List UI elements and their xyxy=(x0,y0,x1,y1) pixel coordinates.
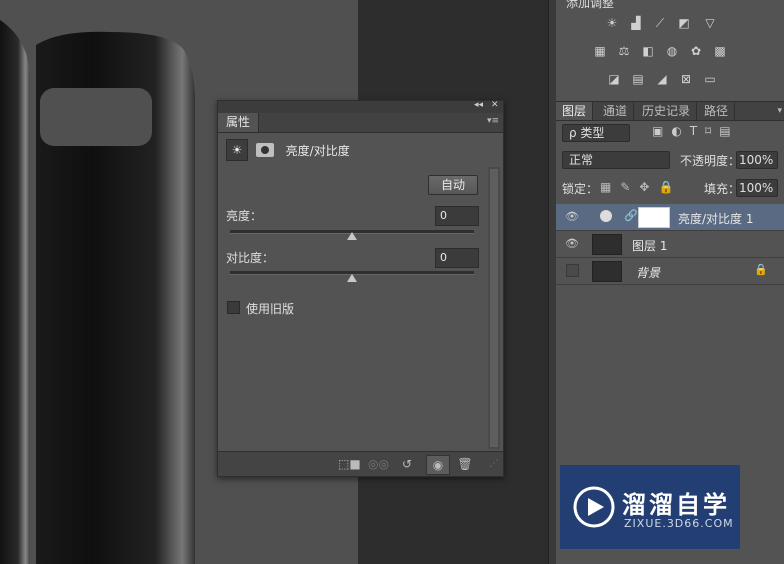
threshold-icon[interactable]: ◢ xyxy=(654,72,670,86)
collapse-icon[interactable]: ◂◂ xyxy=(474,100,483,110)
legacy-checkbox-label[interactable]: 使用旧版 xyxy=(246,300,294,317)
adjustment-header: ☀ 亮度/对比度 xyxy=(226,139,496,163)
layers-tabbar: 图层 通道 历史记录 路径 ▾ xyxy=(556,101,784,121)
channel-mixer-icon[interactable]: ✿ xyxy=(688,44,704,58)
color-balance-icon[interactable]: ⚖ xyxy=(616,44,632,58)
tab-paths[interactable]: 路径 xyxy=(698,102,736,120)
lock-icon: 🔒 xyxy=(754,263,768,276)
brightness-icon: ☀ xyxy=(226,139,248,161)
visibility-box[interactable] xyxy=(566,264,579,277)
layer-row-layer1[interactable]: 👁 图层 1 xyxy=(556,231,784,258)
auto-button[interactable]: 自动 xyxy=(428,175,478,195)
clip-to-layer-icon[interactable]: ⬚■ xyxy=(338,455,361,473)
layer-name[interactable]: 背景 xyxy=(636,264,660,281)
gradient-map-icon[interactable]: ▭ xyxy=(702,72,718,86)
lock-icons: ▦✎✥🔒 xyxy=(600,180,683,194)
layer-name[interactable]: 亮度/对比度 1 xyxy=(678,210,754,227)
mask-icon[interactable] xyxy=(255,143,274,157)
exposure-icon[interactable]: ◩ xyxy=(676,16,692,30)
tab-channels[interactable]: 通道 xyxy=(597,102,635,120)
reset-icon[interactable]: ↺ xyxy=(398,455,416,473)
layer-row-background[interactable]: 背景 🔒 xyxy=(556,258,784,285)
delete-icon[interactable]: 🗑 xyxy=(456,455,474,473)
layer-thumbnail[interactable] xyxy=(592,234,622,255)
levels-icon[interactable]: ▟ xyxy=(628,16,644,30)
eye-icon[interactable]: 👁 xyxy=(565,237,579,251)
fill-label: 填充： xyxy=(704,182,741,196)
tab-layers[interactable]: 图层 xyxy=(556,102,594,120)
tab-history[interactable]: 历史记录 xyxy=(636,102,698,120)
toggle-visibility-icon[interactable]: ◉ xyxy=(426,455,450,475)
play-logo-icon xyxy=(573,486,615,528)
opacity-input[interactable]: 100% xyxy=(736,151,778,169)
scrollbar-thumb[interactable] xyxy=(490,169,498,447)
contrast-slider-thumb[interactable] xyxy=(347,274,357,282)
opacity-label: 不透明度： xyxy=(680,154,741,168)
filter-icons: ▣◐T⌑▤ xyxy=(652,124,739,138)
panel-titlebar[interactable]: ◂◂ ✕ xyxy=(218,100,503,113)
adjustments-title: 添加调整 xyxy=(566,0,615,10)
contrast-label: 对比度： xyxy=(226,251,275,265)
panel-bottom-toolbar: ⬚■ ◎◎ ↺ ◉ 🗑 ⋰ xyxy=(218,451,503,476)
fill-input[interactable]: 100% xyxy=(736,179,778,197)
eye-icon[interactable]: 👁 xyxy=(565,210,579,224)
adjustment-name: 亮度/对比度 xyxy=(285,143,350,158)
layer-row-adjustment[interactable]: 👁 🔗 亮度/对比度 1 xyxy=(556,204,784,231)
brightness-input[interactable]: 0 xyxy=(435,206,479,226)
layer-thumbnail[interactable] xyxy=(592,261,622,282)
resize-grip-icon[interactable]: ⋰ xyxy=(488,455,500,473)
panel-scrollbar[interactable] xyxy=(488,167,500,449)
panel-menu-icon[interactable]: ▾≡ xyxy=(487,116,499,126)
panel-tabrow: 属性 ▾≡ xyxy=(218,113,503,133)
watermark-logo: 溜溜自学 ZIXUE.3D66.COM xyxy=(560,465,740,549)
curves-icon[interactable]: ⟋ xyxy=(652,16,668,30)
vibrance-icon[interactable]: ▽ xyxy=(702,16,718,30)
posterize-icon[interactable]: ▤ xyxy=(630,72,646,86)
adjustments-row-2: ▦ ⚖ ◧ ◍ ✿ ▩ xyxy=(556,44,784,64)
brightness-contrast-icon[interactable]: ☀ xyxy=(604,16,620,30)
view-previous-icon[interactable]: ◎◎ xyxy=(368,455,389,473)
photo-filter-icon[interactable]: ◍ xyxy=(664,44,680,58)
adjustments-row-1: ☀ ▟ ⟋ ◩ ▽ xyxy=(556,16,784,36)
brightness-label: 亮度： xyxy=(226,209,263,223)
layer-filter-select[interactable]: ρ 类型 xyxy=(562,124,630,142)
adjustment-layer-icon xyxy=(600,210,612,222)
link-icon[interactable]: 🔗 xyxy=(624,209,638,222)
adjustments-row-3: ◪ ▤ ◢ ⊠ ▭ xyxy=(556,72,784,92)
layers-menu-icon[interactable]: ▾ xyxy=(777,102,782,120)
tab-properties[interactable]: 属性 xyxy=(218,113,260,132)
brightness-slider-thumb[interactable] xyxy=(347,232,357,240)
contrast-input[interactable]: 0 xyxy=(435,248,479,268)
properties-panel: ◂◂ ✕ 属性 ▾≡ ☀ 亮度/对比度 自动 亮度： 0 对比度： 0 使用旧版… xyxy=(217,100,504,477)
legacy-checkbox[interactable] xyxy=(227,301,240,314)
black-white-icon[interactable]: ◧ xyxy=(640,44,656,58)
layer-name[interactable]: 图层 1 xyxy=(632,237,667,254)
watermark-url: ZIXUE.3D66.COM xyxy=(624,517,734,530)
watermark-brand: 溜溜自学 xyxy=(622,491,730,519)
close-icon[interactable]: ✕ xyxy=(491,100,499,110)
lock-label: 锁定： xyxy=(562,182,599,196)
layer-mask-thumbnail[interactable] xyxy=(638,207,670,228)
blend-mode-select[interactable]: 正常 xyxy=(562,151,670,169)
selective-color-icon[interactable]: ⊠ xyxy=(678,72,694,86)
hue-saturation-icon[interactable]: ▦ xyxy=(592,44,608,58)
color-lookup-icon[interactable]: ▩ xyxy=(712,44,728,58)
invert-icon[interactable]: ◪ xyxy=(606,72,622,86)
